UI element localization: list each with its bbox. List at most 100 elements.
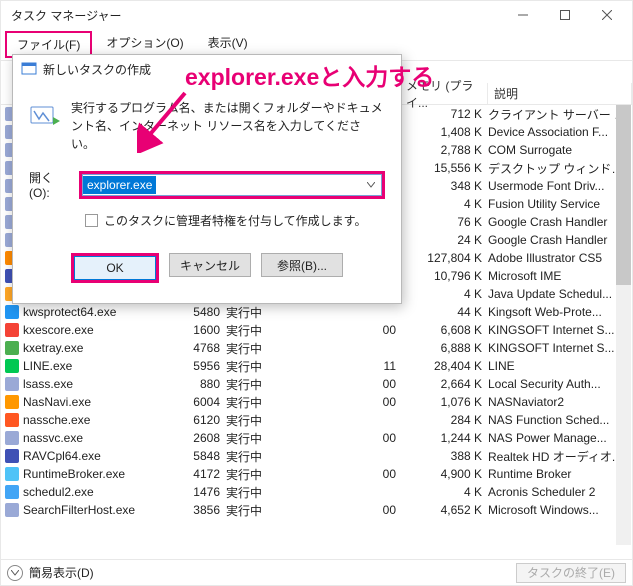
memory: 1,244 K [400,431,488,445]
memory: 1,408 K [400,125,488,139]
process-name: NasNavi.exe [23,395,91,409]
memory: 4 K [400,287,488,301]
process-name: nassche.exe [23,413,90,427]
status: 実行中 [226,448,290,465]
pid: 6120 [176,413,226,427]
end-task-button[interactable]: タスクの終了(E) [516,563,626,583]
description: Adobe Illustrator CS5 [488,251,632,265]
table-row[interactable]: SearchFilterHost.exe3856実行中004,652 KMicr… [1,501,632,519]
open-input-value[interactable]: explorer.exe [83,176,156,194]
dialog-icon [21,61,37,77]
process-icon [5,323,19,337]
scrollbar-thumb[interactable] [616,105,631,285]
process-icon [5,449,19,463]
description: Local Security Auth... [488,377,632,391]
process-icon [5,485,19,499]
memory: 4,652 K [400,503,488,517]
minimize-button[interactable] [502,1,544,29]
table-row[interactable]: NasNavi.exe6004実行中001,076 KNASNaviator2 [1,393,632,411]
memory: 4 K [400,485,488,499]
details-toggle-icon[interactable] [7,565,23,581]
pid: 5480 [176,305,226,319]
description: Runtime Broker [488,467,632,481]
status: 実行中 [226,376,290,393]
ok-button[interactable]: OK [74,256,156,280]
status: 実行中 [226,502,290,519]
description: Acronis Scheduler 2 [488,485,632,499]
user [290,467,370,481]
table-row[interactable]: kwsprotect64.exe5480実行中44 KKingsoft Web-… [1,303,632,321]
table-row[interactable]: kxescore.exe1600実行中006,608 KKINGSOFT Int… [1,321,632,339]
table-row[interactable]: RAVCpl64.exe5848実行中388 KRealtek HD オーディオ… [1,447,632,465]
cpu: 00 [370,395,400,409]
process-name: SearchFilterHost.exe [23,503,135,517]
memory: 10,796 K [400,269,488,283]
user [290,485,370,499]
pid: 3856 [176,503,226,517]
table-row[interactable]: LINE.exe5956実行中1128,404 KLINE [1,357,632,375]
dialog-note: 実行するプログラム名、または開くフォルダーやドキュメント名、インターネット リソ… [71,99,385,153]
table-row[interactable]: nassvc.exe2608実行中001,244 KNAS Power Mana… [1,429,632,447]
open-label: 開く(O): [29,169,71,200]
memory: 6,608 K [400,323,488,337]
table-row[interactable]: nassche.exe6120実行中284 KNAS Function Sche… [1,411,632,429]
table-row[interactable]: schedul2.exe1476実行中4 KAcronis Scheduler … [1,483,632,501]
memory: 15,556 K [400,161,488,175]
process-icon [5,467,19,481]
memory: 712 K [400,107,488,121]
table-row[interactable]: RuntimeBroker.exe4172実行中004,900 KRuntime… [1,465,632,483]
admin-checkbox[interactable] [85,214,98,227]
process-name: schedul2.exe [23,485,94,499]
description: NAS Power Manage... [488,431,632,445]
memory: 1,076 K [400,395,488,409]
description: Usermode Font Driv... [488,179,632,193]
chevron-down-icon[interactable] [363,177,379,193]
cpu: 11 [370,359,400,373]
description: COM Surrogate [488,143,632,157]
memory: 44 K [400,305,488,319]
status: 実行中 [226,322,290,339]
table-row[interactable]: lsass.exe880実行中002,664 KLocal Security A… [1,375,632,393]
dialog-title: 新しいタスクの作成 [43,61,151,78]
simple-view-label[interactable]: 簡易表示(D) [29,564,94,581]
description: Realtek HD オーディオ... [488,448,632,465]
cpu: 00 [370,467,400,481]
cpu: 00 [370,377,400,391]
input-highlight: explorer.exe [79,171,385,199]
admin-checkbox-label: このタスクに管理者特権を付与して作成します。 [104,212,366,229]
titlebar: タスク マネージャー [1,1,632,29]
cancel-button[interactable]: キャンセル [169,253,251,277]
process-icon [5,305,19,319]
user [290,503,370,517]
memory: 4 K [400,197,488,211]
browse-button[interactable]: 参照(B)... [261,253,343,277]
pid: 4768 [176,341,226,355]
status: 実行中 [226,412,290,429]
memory: 4,900 K [400,467,488,481]
process-name: RAVCpl64.exe [23,449,101,463]
window-title: タスク マネージャー [11,7,122,24]
table-row[interactable]: kxetray.exe4768実行中6,888 KKINGSOFT Intern… [1,339,632,357]
status: 実行中 [226,394,290,411]
memory: 284 K [400,413,488,427]
process-icon [5,377,19,391]
description: NASNaviator2 [488,395,632,409]
memory: 76 K [400,215,488,229]
close-button[interactable] [586,1,628,29]
description: デスクトップ ウィンドウ マ... [488,160,632,177]
process-name: nassvc.exe [23,431,83,445]
pid: 1476 [176,485,226,499]
scrollbar[interactable] [616,105,631,545]
maximize-button[interactable] [544,1,586,29]
memory: 2,664 K [400,377,488,391]
pid: 880 [176,377,226,391]
run-icon [29,99,61,131]
open-combobox[interactable]: explorer.exe [82,174,382,196]
pid: 5848 [176,449,226,463]
cpu: 00 [370,431,400,445]
pid: 4172 [176,467,226,481]
col-description[interactable]: 説明 [488,83,632,104]
user [290,413,370,427]
memory: 28,404 K [400,359,488,373]
memory: 127,804 K [400,251,488,265]
